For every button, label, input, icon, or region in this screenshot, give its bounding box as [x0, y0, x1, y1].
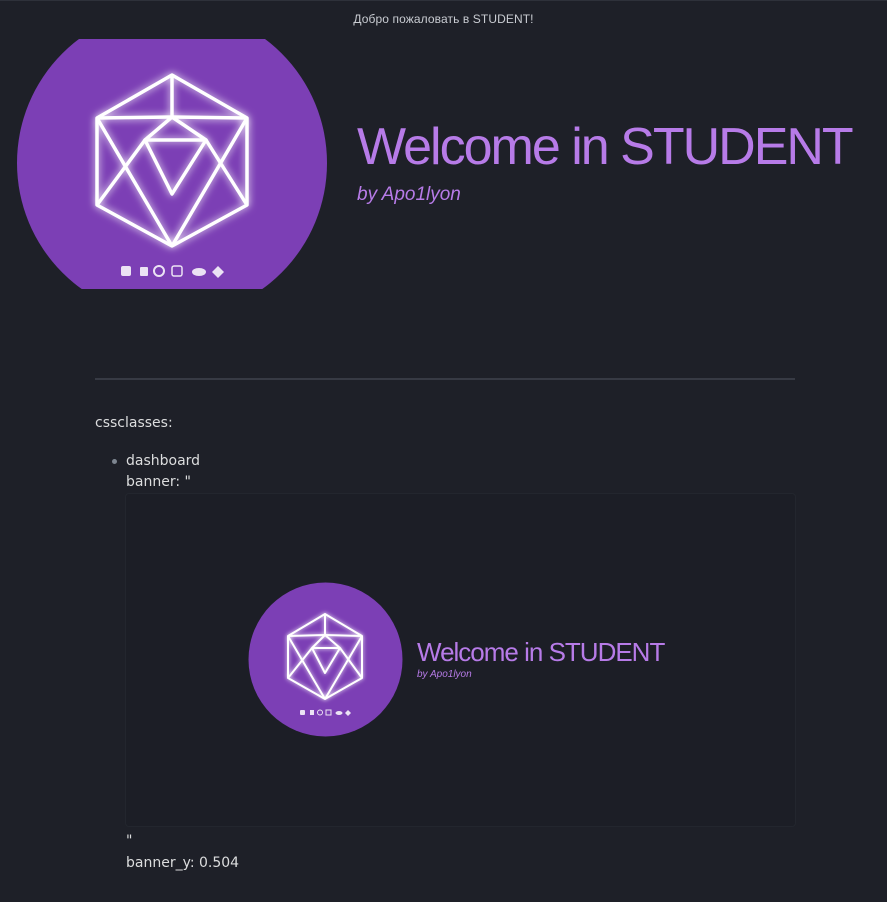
closing-quote: "	[126, 833, 133, 849]
hero-subtitle: by Apo1lyon	[357, 184, 461, 205]
horizontal-rule	[95, 378, 795, 380]
banner-title: Welcome in STUDENT	[417, 637, 665, 667]
hero-title: Welcome in STUDENT	[357, 118, 854, 176]
banner-line: banner: "	[126, 474, 191, 490]
welcome-notice: Добро пожаловать в STUDENT!	[353, 12, 534, 26]
banner-y-line: banner_y: 0.504	[126, 855, 240, 871]
banner-image: Welcome in STUDENT by Apo1lyon	[126, 494, 795, 826]
list-bullet	[112, 459, 117, 464]
puzzle-icon	[121, 266, 131, 276]
cssclasses-label: cssclasses:	[95, 415, 173, 431]
window-top-border	[0, 0, 887, 1]
list-item-dashboard: dashboard	[126, 453, 201, 469]
student-logo	[17, 39, 327, 289]
student-logo-small	[248, 582, 403, 737]
banner-subtitle: by Apo1lyon	[417, 669, 472, 680]
docker-icon	[192, 268, 206, 276]
file-icon	[140, 267, 148, 276]
